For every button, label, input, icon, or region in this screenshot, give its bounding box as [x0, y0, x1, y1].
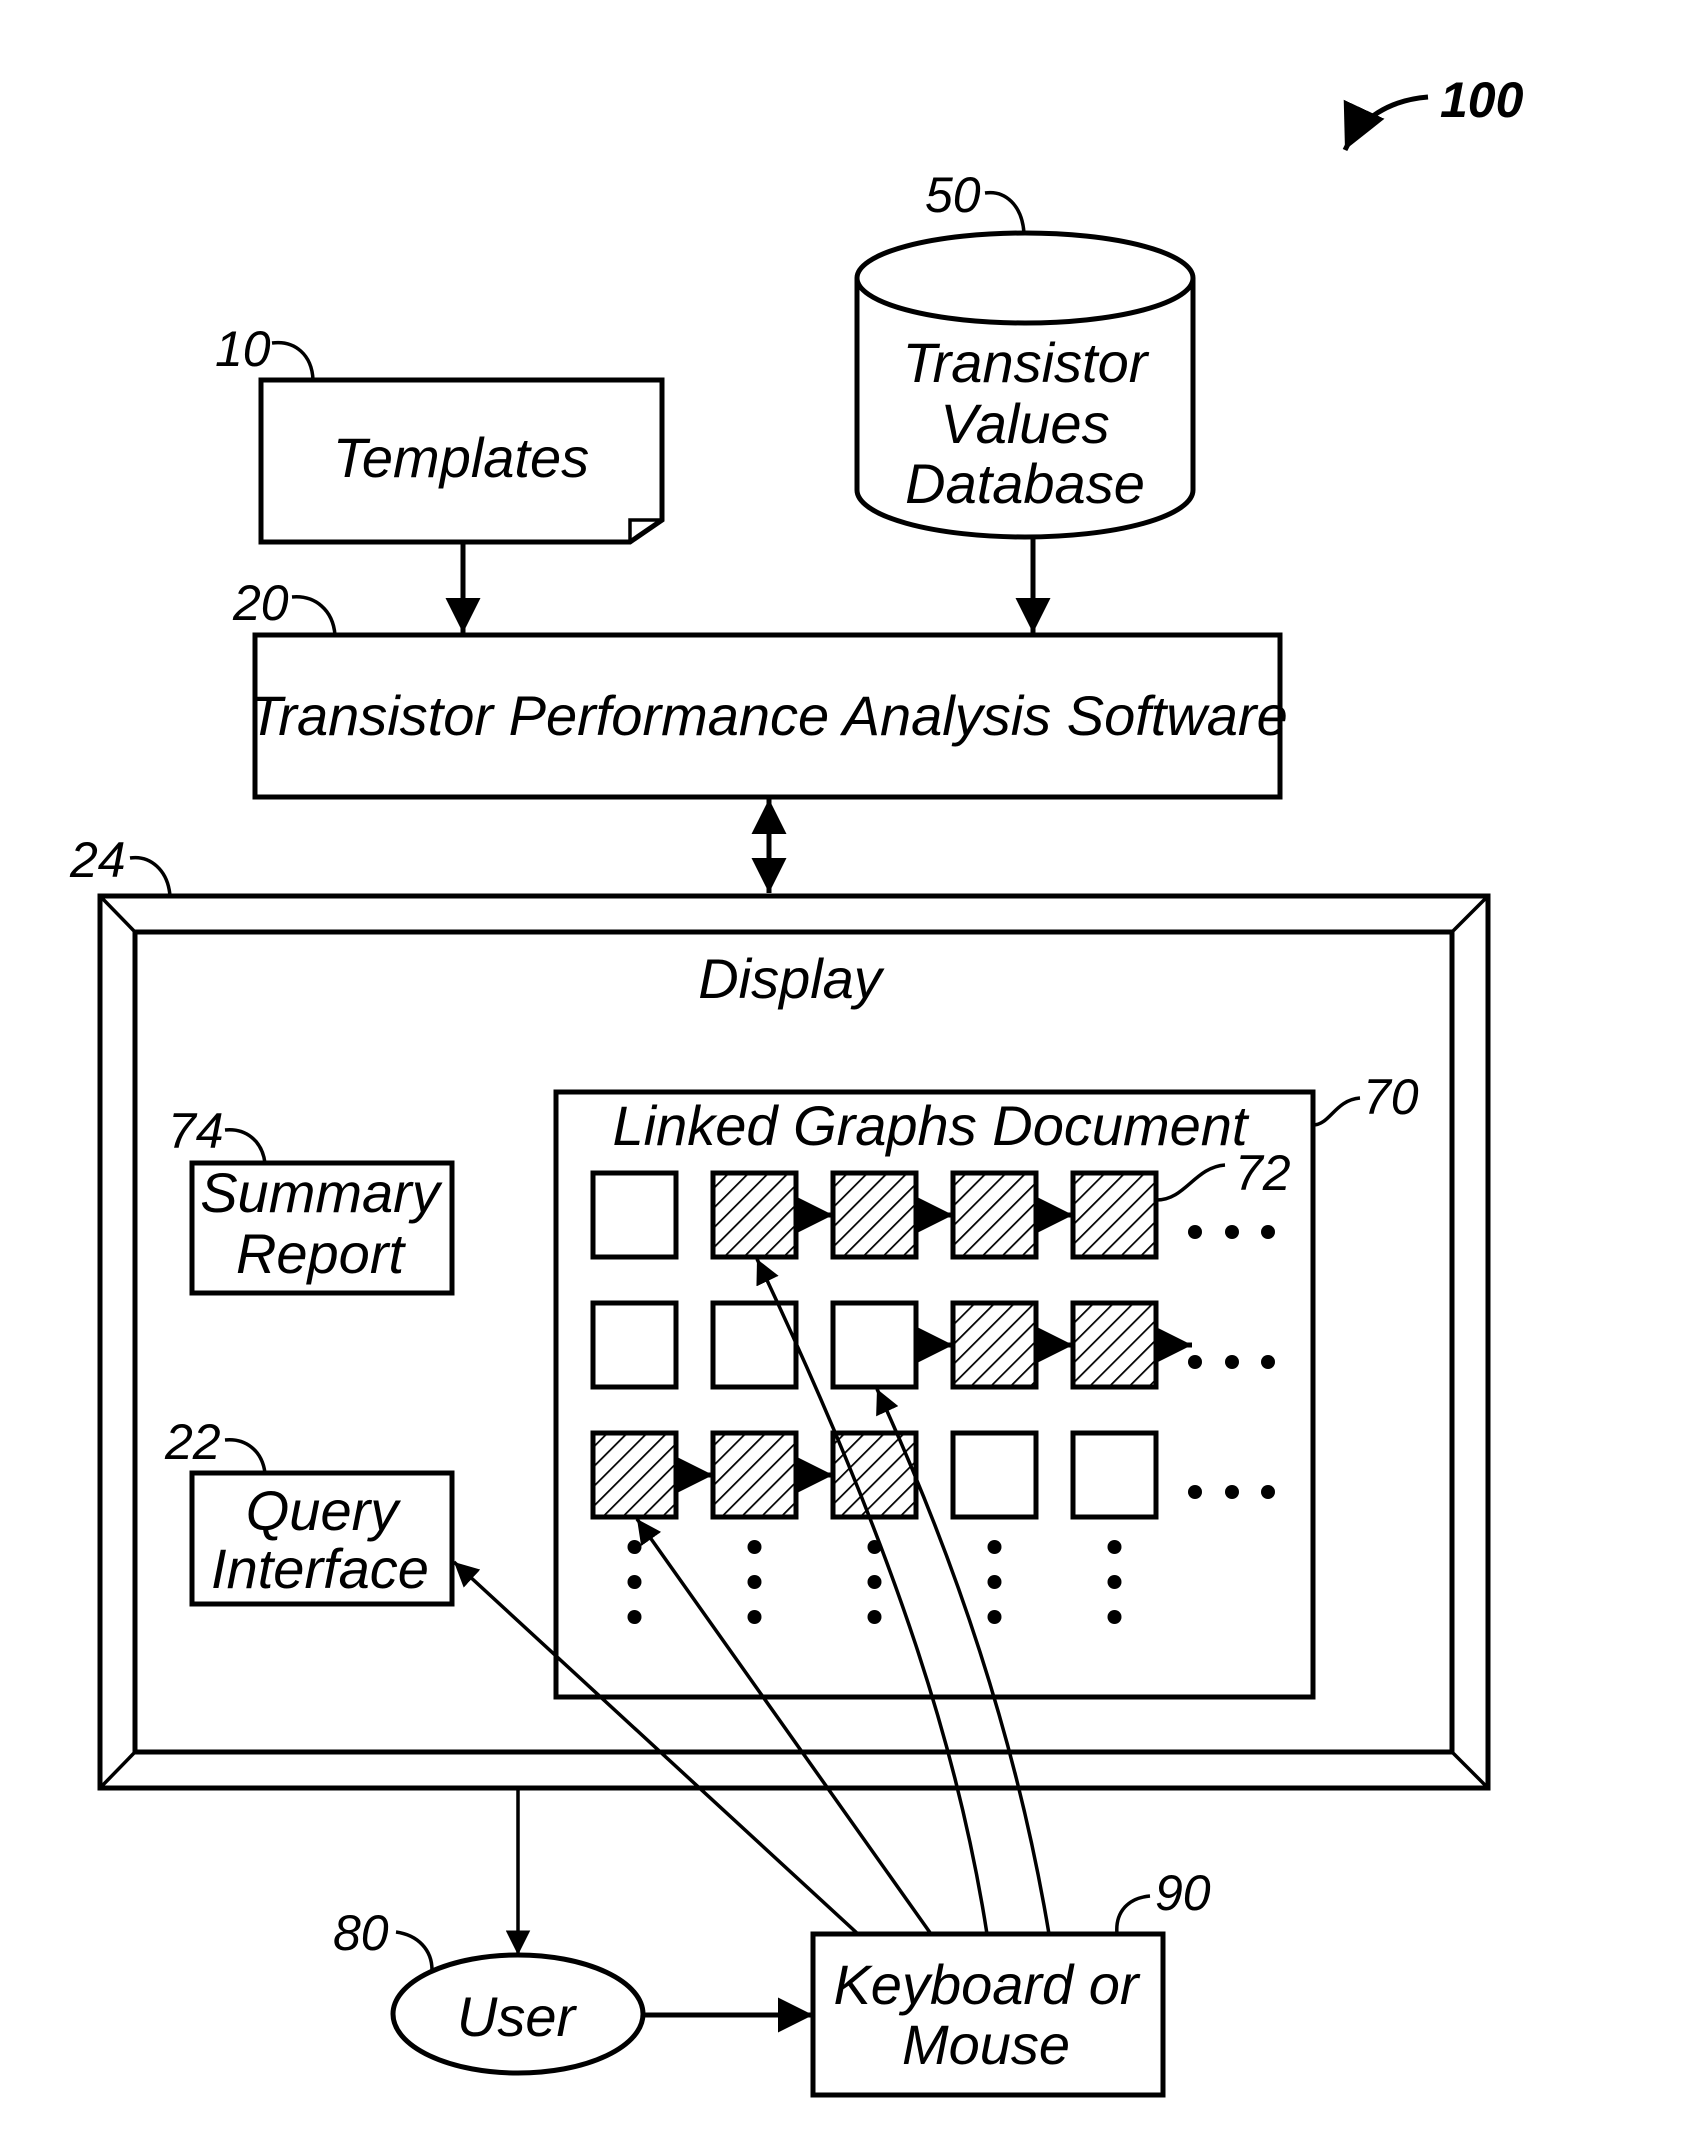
linked-graphs-title: Linked Graphs Document	[612, 1094, 1249, 1157]
row-more-dot	[1261, 1225, 1275, 1239]
linked-graphs-document: Linked Graphs Document 70 72	[553, 1069, 1419, 1700]
summary-report-line-2: Report	[236, 1222, 407, 1285]
database-node: Transistor Values Database 50	[854, 167, 1196, 540]
column-more-dot	[987, 1610, 1002, 1624]
input-device-node: Keyboard or Mouse 90	[810, 1865, 1211, 2098]
graph-tile[interactable]	[590, 1170, 679, 1260]
row-more-dot	[1261, 1355, 1275, 1369]
column-more-dot	[627, 1575, 642, 1589]
user-ref: 80	[333, 1905, 389, 1961]
column-more-dot	[747, 1610, 762, 1624]
graph-tile[interactable]	[590, 1300, 679, 1390]
graph-tile-highlighted[interactable]	[950, 1300, 1039, 1390]
database-label-line-1: Transistor	[903, 331, 1150, 394]
software-node: Transistor Performance Analysis Software…	[232, 575, 1288, 800]
database-cylinder-top	[854, 230, 1196, 326]
row-more-dot	[1225, 1355, 1239, 1369]
row-more-dot	[1188, 1355, 1202, 1369]
column-more-dot	[627, 1540, 642, 1554]
database-label-line-2: Values	[940, 392, 1109, 455]
column-more-dot	[867, 1610, 882, 1624]
templates-ref: 10	[215, 321, 271, 377]
column-more-dot	[1107, 1575, 1122, 1589]
column-more-dot	[747, 1575, 762, 1589]
column-more-dot	[1107, 1540, 1122, 1554]
graph-tile-highlighted[interactable]	[710, 1430, 799, 1520]
user-leader-line	[395, 1930, 434, 1971]
figure-pointer-arrow-icon	[1342, 94, 1429, 152]
patent-diagram: 100 Templates 10 Transistor Values Datab…	[69, 72, 1524, 2098]
software-leader-line	[291, 595, 337, 636]
column-more-dot	[1107, 1610, 1122, 1624]
graph-tile-highlighted[interactable]	[950, 1170, 1039, 1260]
graph-tile-highlighted[interactable]	[590, 1430, 679, 1520]
figure-reference: 100	[1342, 72, 1524, 152]
query-interface-line-1: Query	[246, 1479, 401, 1542]
column-more-dot	[627, 1610, 642, 1624]
graph-tile[interactable]	[950, 1430, 1039, 1520]
display-leader-line	[129, 855, 172, 897]
column-more-dot	[867, 1575, 882, 1589]
display-ref: 24	[69, 832, 126, 888]
row-more-dot	[1188, 1225, 1202, 1239]
input-device-line-2: Mouse	[902, 2013, 1070, 2076]
graph-ref: 72	[1235, 1145, 1291, 1201]
software-label: Transistor Performance Analysis Software	[248, 684, 1287, 747]
linked-graphs-ref: 70	[1363, 1069, 1419, 1125]
column-more-dot	[987, 1540, 1002, 1554]
graph-tile-highlighted[interactable]	[1070, 1300, 1159, 1390]
column-more-dot	[747, 1540, 762, 1554]
summary-report-line-1: Summary	[200, 1161, 443, 1224]
templates-leader-line	[271, 340, 315, 381]
database-leader-line	[984, 190, 1026, 234]
row-more-dot	[1225, 1485, 1239, 1499]
row-more-dot	[1188, 1485, 1202, 1499]
row-more-dot	[1225, 1225, 1239, 1239]
summary-report-ref: 74	[168, 1103, 224, 1159]
query-interface-line-2: Interface	[211, 1537, 429, 1600]
user-label: User	[457, 1985, 578, 2048]
database-ref: 50	[925, 167, 981, 223]
software-ref: 20	[232, 575, 289, 631]
figure-number: 100	[1440, 72, 1524, 128]
query-interface-ref: 22	[164, 1414, 221, 1470]
display-label: Display	[698, 947, 885, 1010]
input-device-ref: 90	[1155, 1865, 1211, 1921]
templates-label: Templates	[333, 426, 589, 489]
graph-tile-highlighted[interactable]	[710, 1170, 799, 1260]
row-more-dot	[1261, 1485, 1275, 1499]
user-node: User 80	[333, 1905, 646, 2076]
database-label-line-3: Database	[905, 452, 1145, 515]
input-device-leader-line	[1115, 1894, 1151, 1935]
graph-tile-highlighted[interactable]	[830, 1170, 919, 1260]
templates-node: Templates 10	[215, 321, 665, 545]
column-more-dot	[987, 1575, 1002, 1589]
graph-tile-highlighted[interactable]	[1070, 1170, 1159, 1260]
input-device-line-1: Keyboard or	[833, 1953, 1140, 2016]
graph-tile[interactable]	[830, 1300, 919, 1390]
graph-tile[interactable]	[1070, 1430, 1159, 1520]
